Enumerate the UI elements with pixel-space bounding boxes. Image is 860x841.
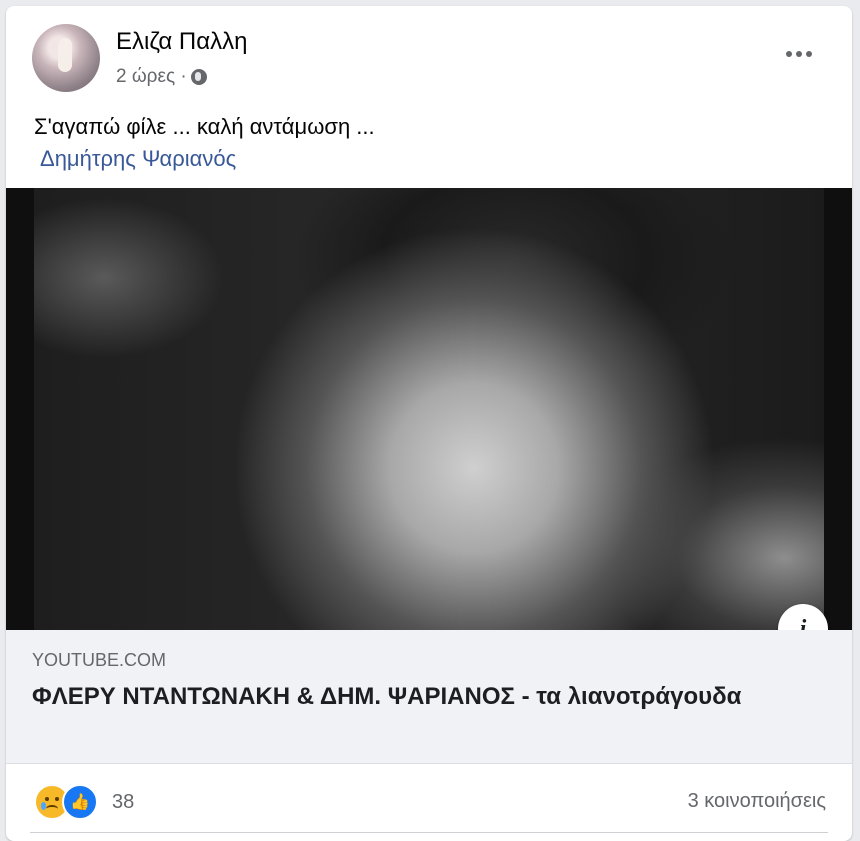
link-domain: YOUTUBE.COM bbox=[32, 650, 167, 670]
author-name[interactable]: Ελιζα Παλλη bbox=[116, 28, 247, 56]
link-title: ΦΛΕΡΥ ΝΤΑΝΤΩΝΑΚΗ & ΔΗΜ. ΨΑΡΙΑΝΟΣ - τα λι… bbox=[32, 683, 742, 710]
reaction-summary[interactable]: 👍 38 bbox=[34, 784, 134, 820]
reaction-count: 38 bbox=[112, 790, 135, 813]
post-meta: 2 ώρες · bbox=[116, 66, 207, 88]
link-preview[interactable]: YOUTUBE.COM ΦΛΕΡΥ ΝΤΑΝΤΩΝΑΚΗ & ΔΗΜ. ΨΑΡΙ… bbox=[6, 630, 852, 764]
more-options-button[interactable] bbox=[782, 44, 816, 64]
post-card: Ελιζα Παλλη 2 ώρες · Σ'αγαπώ φίλε ... κα… bbox=[6, 6, 852, 841]
like-icon: 👍 bbox=[62, 784, 98, 820]
post-text: Σ'αγαπώ φίλε ... καλή αντάμωση ... bbox=[34, 114, 375, 139]
video-frame bbox=[34, 188, 824, 630]
globe-icon bbox=[190, 69, 207, 85]
avatar[interactable] bbox=[32, 24, 100, 92]
shares-count[interactable]: 3 κοινοποιήσεις bbox=[688, 790, 826, 813]
video-thumbnail[interactable] bbox=[6, 188, 852, 630]
post-time[interactable]: 2 ώρες · bbox=[116, 66, 187, 88]
mention-link[interactable]: Δημήτρης Ψαριανός bbox=[40, 146, 236, 172]
more-dot bbox=[796, 51, 802, 57]
more-dot bbox=[806, 51, 812, 57]
more-dot bbox=[786, 51, 792, 57]
divider bbox=[30, 832, 828, 833]
